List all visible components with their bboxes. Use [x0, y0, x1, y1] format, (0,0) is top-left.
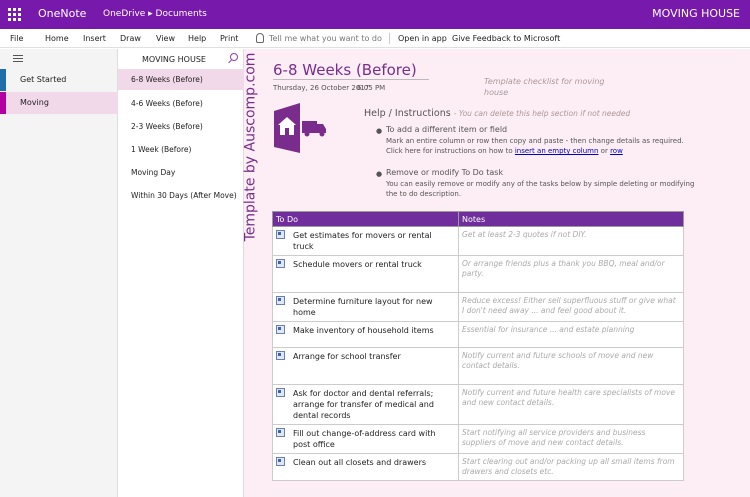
- page-label: Moving Day: [131, 168, 176, 177]
- todo-checkbox[interactable]: [276, 428, 285, 437]
- col-header-notes: Notes: [458, 211, 684, 227]
- title-bar: OneNote OneDrive ▸ Documents MOVING HOUS…: [0, 0, 750, 29]
- page-item-6-8-weeks[interactable]: 6-8 Weeks (Before): [118, 69, 244, 90]
- table-row: Ask for doctor and dental referrals; arr…: [272, 384, 684, 425]
- tab-file[interactable]: File: [10, 34, 23, 43]
- page-item-within-30-days[interactable]: Within 30 Days (After Move): [118, 185, 244, 206]
- app-name[interactable]: OneNote: [38, 7, 86, 20]
- note-text[interactable]: Get at least 2-3 quotes if not DIY.: [458, 226, 684, 256]
- page-item-2-3-weeks[interactable]: 2-3 Weeks (Before): [118, 116, 244, 137]
- section-label: Moving: [20, 98, 49, 107]
- section-color-tab: [0, 92, 6, 114]
- sections-pane: Get Started Moving: [0, 49, 118, 497]
- table-row: Fill out change-of-address card with pos…: [272, 424, 684, 454]
- sections-header: [0, 49, 118, 69]
- feedback-button[interactable]: Give Feedback to Microsoft: [452, 34, 560, 43]
- task-text[interactable]: Determine furniture layout for new home: [293, 296, 453, 318]
- pages-pane: MOVING HOUSE 6-8 Weeks (Before) 4-6 Week…: [118, 49, 244, 497]
- todo-checkbox[interactable]: [276, 325, 285, 334]
- search-icon[interactable]: [230, 53, 238, 61]
- task-text[interactable]: Clean out all closets and drawers: [293, 457, 453, 468]
- tab-insert[interactable]: Insert: [83, 34, 106, 43]
- notebook-title: MOVING HOUSE: [652, 7, 740, 20]
- table-row: Determine furniture layout for new home …: [272, 292, 684, 322]
- section-color-tab: [0, 69, 6, 91]
- open-in-app-button[interactable]: Open in app: [398, 34, 447, 43]
- bullet-remove-desc: You can easily remove or modify any of t…: [386, 180, 695, 198]
- todo-checkbox[interactable]: [276, 230, 285, 239]
- bullet-icon: ●: [376, 170, 383, 178]
- help-heading: Help / Instructions - You can delete thi…: [364, 108, 631, 119]
- page-item-1-week[interactable]: 1 Week (Before): [118, 139, 244, 160]
- help-note: - You can delete this help section if no…: [453, 109, 631, 118]
- page-label: 1 Week (Before): [131, 145, 192, 154]
- bullet-add-desc: Mark an entire column or row then copy a…: [386, 137, 684, 155]
- note-text[interactable]: Reduce excess! Either sell superfluous s…: [458, 292, 684, 322]
- page-item-4-6-weeks[interactable]: 4-6 Weeks (Before): [118, 93, 244, 114]
- page-date: Thursday, 26 October 2017: [273, 84, 370, 92]
- task-text[interactable]: Get estimates for movers or rental truck: [293, 230, 453, 252]
- note-text[interactable]: Notify current and future schools of mov…: [458, 347, 684, 385]
- todo-checkbox[interactable]: [276, 296, 285, 305]
- bullet-add-title: To add a different item or field: [386, 125, 508, 134]
- tell-me-input[interactable]: Tell me what you want to do: [269, 34, 382, 43]
- task-text[interactable]: Arrange for school transfer: [293, 351, 453, 362]
- tab-print[interactable]: Print: [220, 34, 238, 43]
- todo-checkbox[interactable]: [276, 457, 285, 466]
- task-text[interactable]: Make inventory of household items: [293, 325, 453, 336]
- tab-draw[interactable]: Draw: [120, 34, 141, 43]
- template-note: Template checklist for moving house: [484, 77, 605, 97]
- app-launcher-icon[interactable]: [8, 8, 21, 21]
- tab-help[interactable]: Help: [188, 34, 206, 43]
- tab-view[interactable]: View: [156, 34, 175, 43]
- table-row: Arrange for school transfer Notify curre…: [272, 347, 684, 385]
- task-text[interactable]: Fill out change-of-address card with pos…: [293, 428, 453, 450]
- breadcrumb[interactable]: OneDrive ▸ Documents: [103, 9, 207, 19]
- section-label: Get Started: [20, 75, 67, 84]
- insert-column-link[interactable]: insert an empty column: [515, 147, 599, 155]
- ribbon: File Home Insert Draw View Help Print Te…: [0, 29, 750, 48]
- moving-house-icon: [272, 103, 328, 153]
- todo-checkbox[interactable]: [276, 351, 285, 360]
- notebook-header: MOVING HOUSE: [142, 55, 206, 64]
- ribbon-divider: [389, 33, 390, 44]
- page-label: Within 30 Days (After Move): [131, 191, 237, 200]
- page-label: 4-6 Weeks (Before): [131, 99, 203, 108]
- lightbulb-icon: [256, 33, 264, 43]
- todo-checkbox[interactable]: [276, 388, 285, 397]
- table-header-row: To Do Notes: [272, 211, 684, 227]
- bullet-icon: ●: [376, 127, 383, 135]
- note-text[interactable]: Essential for insurance ... and estate p…: [458, 321, 684, 348]
- note-text[interactable]: Or arrange friends plus a thank you BBQ,…: [458, 255, 684, 293]
- tab-home[interactable]: Home: [45, 34, 69, 43]
- note-text[interactable]: Start notifying all service providers an…: [458, 424, 684, 454]
- table-row: Get estimates for movers or rental truck…: [272, 226, 684, 256]
- page-item-moving-day[interactable]: Moving Day: [118, 162, 244, 183]
- note-text[interactable]: Start clearing out and/or packing up all…: [458, 453, 684, 481]
- todo-checkbox[interactable]: [276, 259, 285, 268]
- page-title[interactable]: 6-8 Weeks (Before): [273, 61, 417, 79]
- vertical-template-text: Template by Auscomp.com: [242, 52, 258, 241]
- page-label: 2-3 Weeks (Before): [131, 122, 203, 131]
- table-row: Clean out all closets and drawers Start …: [272, 453, 684, 481]
- section-moving[interactable]: Moving: [0, 92, 118, 114]
- table-row: Schedule movers or rental truck Or arran…: [272, 255, 684, 293]
- page-time: 6:05 PM: [357, 84, 386, 92]
- col-header-todo: To Do: [272, 211, 459, 227]
- title-underline: [273, 79, 429, 80]
- task-text[interactable]: Schedule movers or rental truck: [293, 259, 453, 270]
- bullet-remove-title: Remove or modify To Do task: [386, 168, 504, 177]
- task-text[interactable]: Ask for doctor and dental referrals; arr…: [293, 388, 453, 421]
- note-text[interactable]: Notify current and future health care sp…: [458, 384, 684, 425]
- hamburger-icon[interactable]: [13, 55, 23, 62]
- todo-table: To Do Notes Get estimates for movers or …: [272, 211, 684, 481]
- section-get-started[interactable]: Get Started: [0, 69, 118, 91]
- page-label: 6-8 Weeks (Before): [131, 75, 203, 84]
- page-canvas[interactable]: Template by Auscomp.com 6-8 Weeks (Befor…: [242, 49, 750, 497]
- insert-row-link[interactable]: row: [610, 147, 623, 155]
- table-row: Make inventory of household items Essent…: [272, 321, 684, 348]
